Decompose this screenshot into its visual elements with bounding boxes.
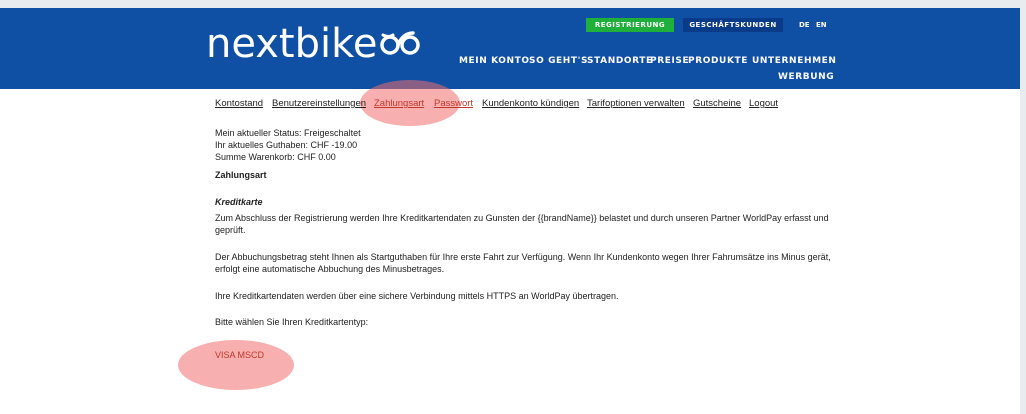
nav-produkte[interactable]: PRODUKTE [688,56,748,66]
status-line: Mein aktueller Status: Freigeschaltet [215,128,361,138]
page-frame: nextbike REGISTRIERUNG GESCHÄFTSKUNDEN D… [0,8,1020,414]
subnav-gutscheine[interactable]: Gutscheine [693,98,741,109]
para1-line1: Zum Abschluss der Registrierung werden I… [215,213,829,223]
nav-preise[interactable]: PREISE [650,56,689,66]
nav-standorte[interactable]: STANDORTE [587,56,653,66]
para2-line2: erfolgt eine automatische Abbuchung des … [215,264,445,274]
nav-so-gehts[interactable]: SO GEHT'S [529,56,588,66]
bike-logo-icon [379,24,421,64]
card-types-link[interactable]: VISA MSCD [215,350,264,360]
highlight-card-types [178,340,294,390]
para3: Ihre Kreditkartendaten werden über eine … [215,291,619,301]
lang-en-link[interactable]: EN [816,18,827,32]
subnav-benutzereinstellungen[interactable]: Benutzereinstellungen [272,98,366,109]
para2-line1: Der Abbuchungsbetrag steht Ihnen als Sta… [215,252,831,262]
subnav-logout[interactable]: Logout [749,98,778,109]
nav-unternehmen[interactable]: UNTERNEHMEN [752,56,837,66]
subnav-passwort[interactable]: Passwort [434,98,473,109]
nav-werbung[interactable]: WERBUNG [778,72,834,82]
credit-card-subheading: Kreditkarte [215,197,263,207]
nav-mein-konto[interactable]: MEIN KONTO [459,56,530,66]
lang-de-link[interactable]: DE [799,18,810,32]
cart-line: Summe Warenkorb: CHF 0.00 [215,152,336,162]
para1-line2: geprüft. [215,225,246,235]
choose-card-label: Bitte wählen Sie Ihren Kreditkartentyp: [215,317,369,327]
payment-heading: Zahlungsart [215,170,267,180]
logo-text: nextbike [206,21,378,67]
site-header: nextbike REGISTRIERUNG GESCHÄFTSKUNDEN D… [0,8,1020,89]
subnav-tarifoptionen[interactable]: Tarifoptionen verwalten [587,98,685,109]
subnav-zahlungsart[interactable]: Zahlungsart [374,98,424,109]
subnav-kontostand[interactable]: Kontostand [215,98,263,109]
balance-line: Ihr aktuelles Guthaben: CHF -19.00 [215,140,358,150]
register-button[interactable]: REGISTRIERUNG [586,18,674,32]
subnav-kundenkonto-kuendigen[interactable]: Kundenkonto kündigen [482,98,579,109]
nextbike-logo[interactable]: nextbike [206,24,421,64]
business-customers-button[interactable]: GESCHÄFTSKUNDEN [683,18,783,32]
